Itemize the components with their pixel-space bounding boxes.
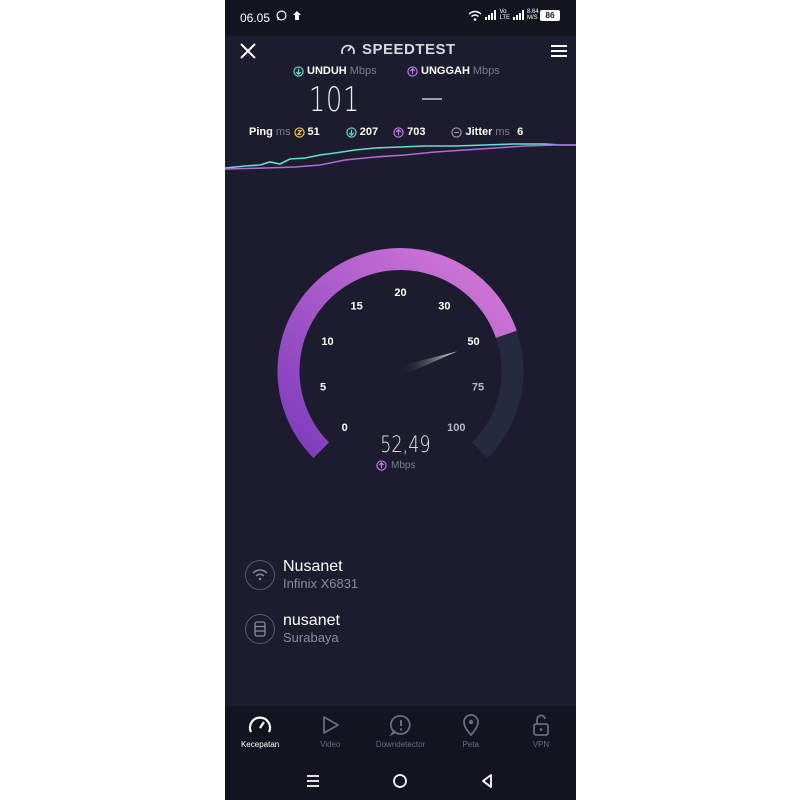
gauge-tick-label: 0 [342,422,348,434]
ping-idle-value: 51 [307,126,320,138]
upload-graph-line [225,144,576,170]
nav-label-video: Video [320,740,341,749]
system-nav-bar [225,762,576,800]
gauge-tick-label: 50 [467,336,479,348]
ping-upload-group: 703 [393,126,425,138]
current-speed-value: 52,49 [380,433,431,458]
device-name: Infinix X6831 [283,576,359,591]
back-icon[interactable] [478,772,496,790]
nav-label-vpn: VPN [532,740,550,749]
app-brand: SPEEDTEST [340,41,456,58]
nav-label-peta: Peta [462,740,479,749]
wifi-icon [252,569,268,581]
upload-arrow-icon [407,65,418,77]
connection-icon-wrap [245,559,275,590]
upload-unit: Mbps [472,65,500,77]
status-time: 06.05 [240,11,271,25]
upload-label: UNGGAH Mbps [407,65,500,77]
ping-idle-icon [293,126,305,138]
ping-download-group: 207 [346,126,378,138]
gauge-needle-shape [398,351,458,376]
provider-name: Nusanet [283,558,343,575]
nav-label-downdetector: Downdetector [375,740,426,749]
download-label: UNDUH Mbps [293,65,377,77]
gauge-tick-label: 5 [320,381,326,393]
download-value: 101 [309,80,360,120]
nav-item-vpn[interactable]: VPN [506,706,576,762]
upload-label-text: UNGGAH [421,65,470,77]
jitter-label: Jitter [465,126,493,138]
server-icon [254,620,266,637]
download-label-text: UNDUH [307,65,347,77]
server-info[interactable]: nusanet Surabaya [245,611,340,646]
lte-label: LTE [499,15,510,21]
ping-label: Ping [249,126,273,138]
speedtest-logo-icon [341,44,355,54]
nav-item-video[interactable]: Video [295,706,365,762]
alert-icon [389,715,411,736]
signal-icon [485,10,497,20]
nav-item-peta[interactable]: Peta [436,706,506,762]
battery-indicator: 86 [540,9,560,21]
home-icon[interactable] [391,772,409,790]
speedometer-icon [249,716,272,733]
close-icon[interactable] [237,40,259,62]
gauge-tick-label: 30 [438,300,450,312]
current-speed-unit: Mbps [376,460,415,471]
current-speed-unit-text: Mbps [391,460,416,471]
ping-download-icon [346,126,357,138]
map-pin-icon [462,714,479,736]
ping-unit: ms [275,126,291,138]
gauge-ticks: 0 5 10 15 20 30 50 75 100 [320,287,484,434]
nav-item-kecepatan[interactable]: Kecepatan [225,706,295,762]
nav-label-kecepatan: Kecepatan [240,740,280,749]
gauge-tick-label: 100 [447,422,465,434]
net-speed-unit: M/S [527,15,538,21]
gauge-tick-label: 75 [472,381,484,393]
gauge-needle [398,351,458,376]
ping-group: Ping ms 51 [249,126,320,138]
download-arrow-icon [293,65,304,77]
whatsapp-icon [276,10,287,21]
download-unit: Mbps [349,65,377,77]
speed-graph [225,143,576,170]
phone-screen: 06.05 Vo LTE 8.64 M/S 86 SPEEDTEST UNDUH M… [225,0,576,800]
lock-icon [533,714,549,736]
signal-icon-2 [513,10,524,20]
gauge-tick-label: 15 [350,300,362,312]
ping-download-value: 207 [359,126,379,138]
jitter-group: Jitter ms 6 [451,126,523,138]
gauge-tick-label: 20 [394,287,406,299]
gauge-tick-label: 10 [321,336,333,348]
ping-upload-value: 703 [407,126,426,138]
app-title: SPEEDTEST [362,41,456,58]
notification-icon [293,11,301,20]
status-bar: 06.05 Vo LTE 8.64 M/S 86 [225,0,576,36]
wifi-icon [468,10,482,21]
server-location: Surabaya [283,630,339,645]
ping-upload-icon [393,126,404,138]
bottom-nav: Kecepatan Video Downdetector Peta VPN [225,706,576,762]
jitter-value: 6 [517,126,524,138]
connection-info[interactable]: Nusanet Infinix X6831 [245,557,358,592]
jitter-unit: ms [495,126,511,138]
upload-value-placeholder [422,98,442,100]
server-icon-wrap [245,613,275,644]
upload-arrow-icon [376,460,387,471]
menu-icon[interactable] [548,40,570,62]
server-name: nusanet [283,612,340,629]
ping-row: Ping ms 51 207 703 Jitter ms 6 [249,126,523,138]
jitter-icon [451,126,463,138]
top-bar: SPEEDTEST [225,36,576,64]
play-icon [323,716,340,734]
recent-apps-icon[interactable] [304,772,322,790]
nav-item-downdetector[interactable]: Downdetector [365,706,435,762]
